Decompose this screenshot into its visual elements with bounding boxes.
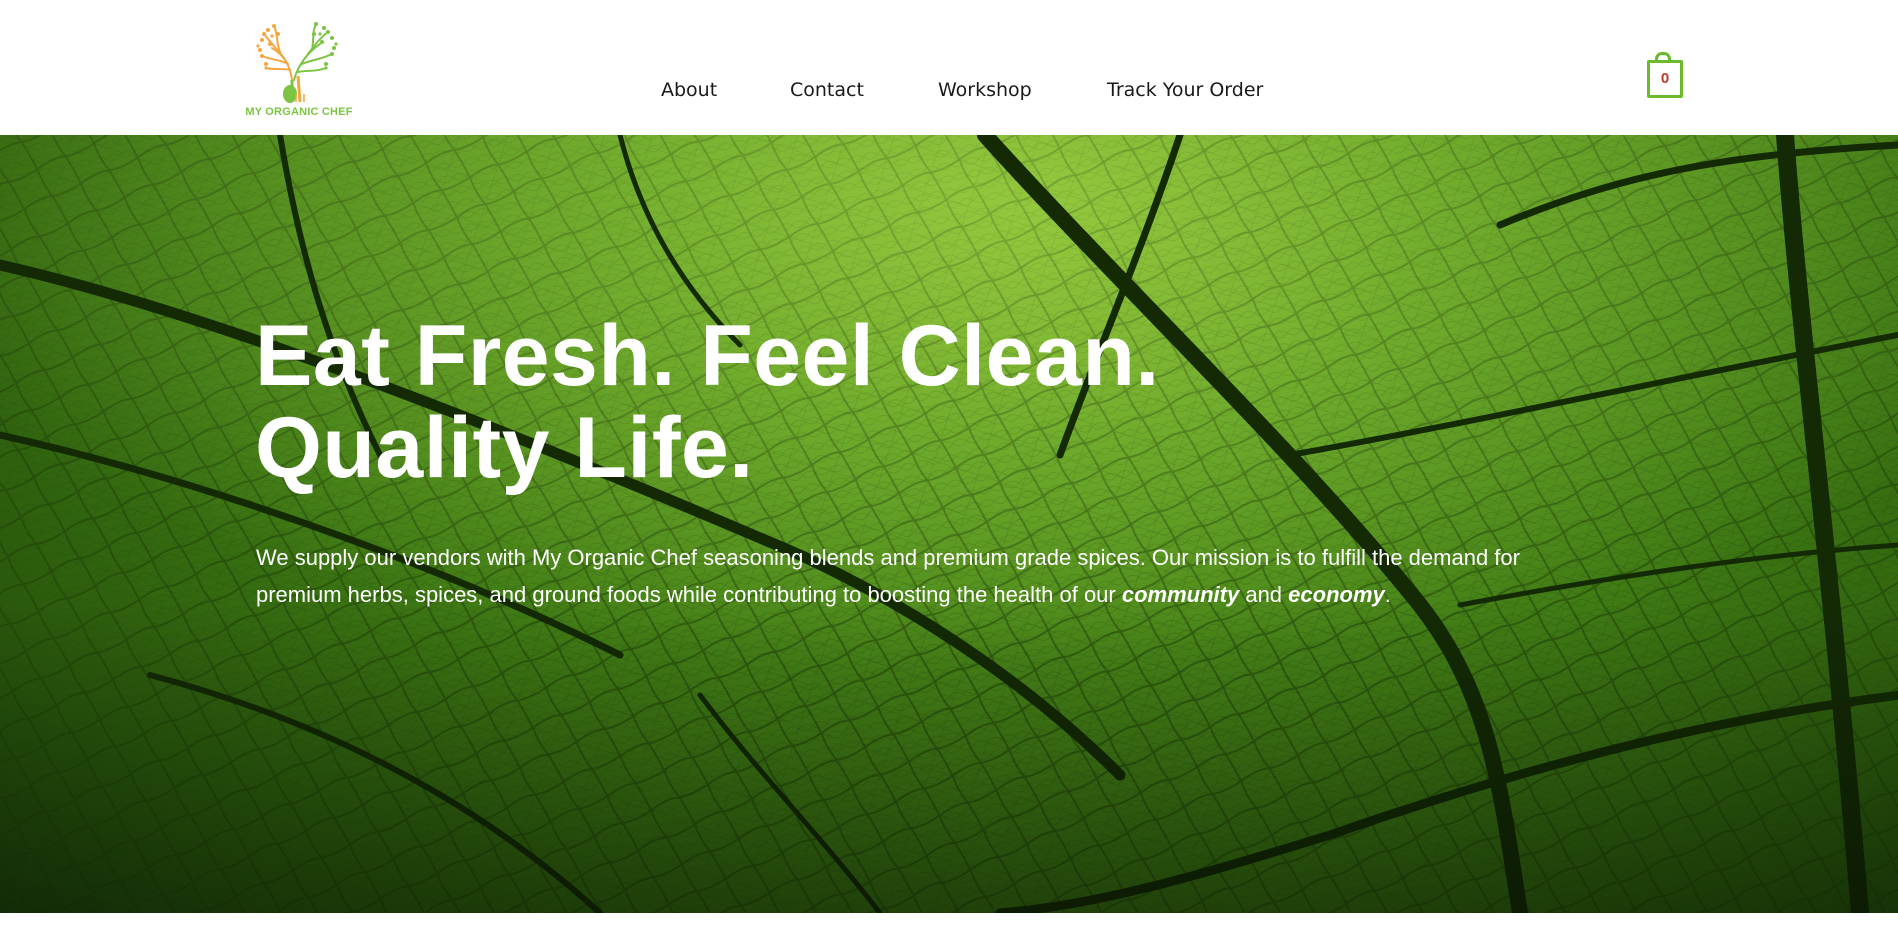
hero-text-end: . (1384, 582, 1391, 607)
nav-track-order[interactable]: Track Your Order (1107, 78, 1263, 102)
logo-text: MY ORGANIC CHEF (245, 106, 353, 118)
nav-about[interactable]: About (661, 78, 717, 102)
hero-title: Eat Fresh. Feel Clean. Quality Life. (255, 310, 1160, 494)
hero-text-economy: economy (1288, 582, 1385, 607)
hero-section: Eat Fresh. Feel Clean. Quality Life. We … (0, 135, 1898, 913)
hero-text-and: and (1239, 582, 1289, 607)
hero-title-line-2: Quality Life. (255, 400, 754, 496)
site-logo[interactable]: MY ORGANIC CHEF (240, 20, 358, 120)
hero-description: We supply our vendors with My Organic Ch… (256, 539, 1596, 613)
cart-button[interactable]: 0 (1646, 52, 1684, 98)
below-hero-strip (0, 913, 1898, 932)
leaf-background-image (0, 135, 1898, 913)
hero-title-line-1: Eat Fresh. Feel Clean. (255, 308, 1160, 404)
site-header: MY ORGANIC CHEF About Contact Workshop T… (0, 0, 1898, 135)
cart-count: 0 (1660, 70, 1670, 87)
tree-spoon-fork-logo-icon (256, 22, 338, 103)
hero-text-community: community (1121, 582, 1240, 607)
nav-workshop[interactable]: Workshop (938, 78, 1032, 102)
nav-contact[interactable]: Contact (790, 78, 864, 102)
